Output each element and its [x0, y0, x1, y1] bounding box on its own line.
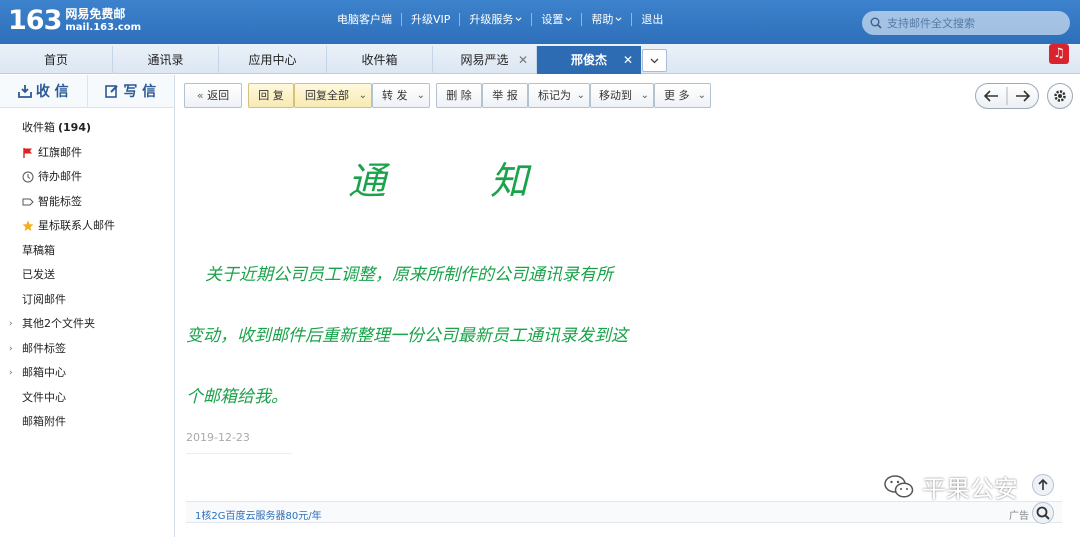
scroll-top-button[interactable]: [1032, 474, 1054, 496]
mail-reading-pane: 通知 关于近期公司员工调整，原来所制作的公司通讯录有所 变动，收到邮件后重新整理…: [176, 117, 1076, 537]
settings-button[interactable]: [1047, 83, 1073, 109]
back-button[interactable]: « 返回: [184, 83, 242, 108]
prev-next-group: [975, 83, 1039, 109]
ad-link[interactable]: 1核2G百度云服务器80元/年: [195, 507, 322, 522]
report-button[interactable]: 举 报: [482, 83, 528, 108]
folder-sent[interactable]: 已发送: [0, 263, 174, 288]
folder-flagged[interactable]: 红旗邮件: [0, 141, 174, 166]
chevron-down-icon[interactable]: ⌄: [417, 84, 425, 107]
tag-icon: [22, 198, 34, 206]
nav-upgrade-service[interactable]: 升级服务: [460, 13, 533, 26]
folder-drafts[interactable]: 草稿箱: [0, 239, 174, 264]
chevron-down-icon: ⌄: [576, 90, 585, 101]
mail-body-line: 个邮箱给我。: [186, 387, 288, 407]
tab-bar: 首页 通讯录 应用中心 收件箱 网易严选 ✕ 邢俊杰 ✕: [0, 44, 1080, 74]
folder-smart-tags[interactable]: 智能标签: [0, 190, 174, 215]
close-icon[interactable]: ✕: [623, 46, 633, 74]
tab-current-mail[interactable]: 邢俊杰 ✕: [537, 46, 641, 74]
chevron-down-icon: ⌄: [697, 90, 706, 101]
nav-desktop-client[interactable]: 电脑客户端: [328, 13, 402, 26]
chevron-down-icon: ⌄: [640, 90, 649, 101]
logo-number: 163: [8, 5, 62, 36]
folder-file-center[interactable]: 文件中心: [0, 386, 174, 411]
chevron-down-icon: [650, 58, 659, 64]
search-icon[interactable]: [870, 17, 882, 29]
move-to-button[interactable]: 移动到 ⌄: [590, 83, 654, 108]
clock-icon: [22, 171, 34, 183]
chevron-right-icon[interactable]: ›: [9, 361, 13, 386]
nav-settings[interactable]: 设置: [532, 13, 583, 26]
arrow-left-icon[interactable]: [983, 90, 998, 102]
mail-heading: 通知: [348, 159, 529, 203]
sidebar: 收 信 写 信 收件箱 (194) 红旗邮件 待办邮件 智能标签 星标联系人邮件 …: [0, 75, 175, 537]
nav-help[interactable]: 帮助: [582, 13, 633, 26]
tab-app-center[interactable]: 应用中心: [219, 46, 327, 74]
ad-label: 广告: [1009, 511, 1029, 522]
music-icon[interactable]: ♫: [1049, 44, 1069, 64]
unread-count: (194): [58, 121, 92, 134]
folder-inbox[interactable]: 收件箱 (194): [0, 116, 174, 141]
chevron-right-icon[interactable]: ›: [9, 312, 13, 337]
close-icon[interactable]: ✕: [518, 46, 528, 74]
nav-upgrade-vip[interactable]: 升级VIP: [402, 13, 461, 26]
mail-toolbar: « 返回 回 复 回复全部 ⌄ 转 发 ⌄ 删 除 举 报 标记为 ⌄ 移动到 ⌄ 更 …: [176, 75, 1080, 117]
divider: [186, 453, 292, 454]
magnifier-icon: [1036, 506, 1050, 520]
mark-as-button[interactable]: 标记为 ⌄: [528, 83, 590, 108]
folder-starred-contacts[interactable]: 星标联系人邮件: [0, 214, 174, 239]
forward-button[interactable]: 转 发 ⌄: [372, 83, 430, 108]
inbox-download-icon: [17, 85, 32, 98]
star-icon: [22, 220, 34, 232]
mail-date: 2019-12-23: [186, 431, 250, 444]
wechat-icon: [884, 474, 914, 498]
tab-list-dropdown[interactable]: [642, 49, 667, 72]
delete-button[interactable]: 删 除: [436, 83, 482, 108]
reply-button[interactable]: 回 复: [248, 83, 294, 108]
folder-mailbox-center[interactable]: › 邮箱中心: [0, 361, 174, 386]
compose-button[interactable]: 写 信: [88, 75, 175, 107]
ad-banner[interactable]: 1核2G百度云服务器80元/年 广告: [186, 501, 1062, 523]
folder-list: 收件箱 (194) 红旗邮件 待办邮件 智能标签 星标联系人邮件 草稿箱 已发送 …: [0, 108, 174, 435]
red-flag-icon: [23, 147, 32, 158]
mail-body-line: 关于近期公司员工调整，原来所制作的公司通讯录有所: [205, 265, 613, 285]
logo-url: mail.163.com: [65, 22, 142, 33]
gear-icon: [1054, 90, 1066, 102]
tab-yanxuan[interactable]: 网易严选 ✕: [433, 46, 537, 74]
arrow-up-icon: [1038, 478, 1048, 490]
edit-icon: [105, 85, 119, 98]
folder-attachments[interactable]: 邮箱附件: [0, 410, 174, 435]
chevron-down-icon[interactable]: ⌄: [359, 84, 367, 107]
chevron-down-icon: [565, 17, 572, 22]
top-nav: 电脑客户端 升级VIP 升级服务 设置 帮助 退出: [328, 13, 672, 26]
folder-subscriptions[interactable]: 订阅邮件: [0, 288, 174, 313]
double-chevron-left-icon: «: [196, 89, 204, 102]
folder-mail-tags[interactable]: › 邮件标签: [0, 337, 174, 362]
zoom-button[interactable]: [1032, 502, 1054, 524]
tab-contacts[interactable]: 通讯录: [113, 46, 219, 74]
nav-logout[interactable]: 退出: [632, 13, 672, 26]
receive-button[interactable]: 收 信: [0, 75, 88, 107]
logo-title: 网易免费邮: [65, 7, 126, 21]
top-header: 163 网易免费邮 mail.163.com 电脑客户端 升级VIP 升级服务 …: [0, 0, 1080, 44]
chevron-right-icon[interactable]: ›: [9, 337, 13, 362]
logo[interactable]: 163 网易免费邮 mail.163.com: [8, 6, 141, 36]
tab-inbox[interactable]: 收件箱: [327, 46, 433, 74]
folder-todo[interactable]: 待办邮件: [0, 165, 174, 190]
watermark: 平果公安: [884, 469, 1018, 504]
reply-all-button[interactable]: 回复全部 ⌄: [294, 83, 372, 108]
chevron-down-icon: [615, 17, 622, 22]
chevron-down-icon: [515, 17, 522, 22]
mail-body-line: 变动，收到邮件后重新整理一份公司最新员工通讯录发到这: [186, 326, 628, 346]
tab-home[interactable]: 首页: [0, 46, 113, 74]
folder-other[interactable]: › 其他2个文件夹: [0, 312, 174, 337]
search-box[interactable]: [862, 11, 1070, 35]
search-input[interactable]: [887, 16, 1057, 30]
tab-label: 网易严选: [460, 53, 509, 67]
arrow-right-icon[interactable]: [1016, 90, 1031, 102]
more-button[interactable]: 更 多 ⌄: [654, 83, 711, 108]
tab-label: 邢俊杰: [570, 53, 607, 67]
